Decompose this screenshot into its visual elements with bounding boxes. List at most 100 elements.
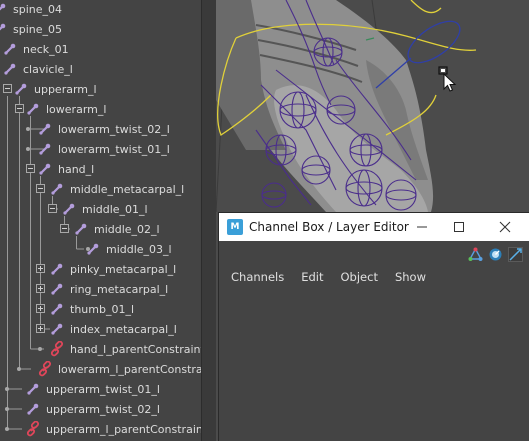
- speed-icon[interactable]: [488, 247, 503, 262]
- outliner-item-label: middle_01_l: [82, 202, 148, 216]
- channel-box-window[interactable]: M Channel Box / Layer Editor Channels Ed…: [218, 212, 529, 441]
- leaf-dot: [5, 387, 9, 391]
- leaf-dot: [5, 427, 9, 431]
- expand-toggle-ring-metacarpal[interactable]: [36, 284, 45, 293]
- joint-icon: [49, 281, 65, 297]
- outliner-item[interactable]: hand_l_parentConstraint1: [49, 339, 201, 359]
- outliner-item[interactable]: pinky_metacarpal_l: [49, 259, 176, 279]
- leaf-dot: [38, 347, 42, 351]
- leaf-dot: [26, 127, 30, 131]
- panel-divider[interactable]: [201, 0, 216, 441]
- collapse-toggle-middle-01[interactable]: [48, 204, 57, 213]
- joint-icon: [2, 61, 18, 77]
- outliner-item[interactable]: hand_l: [37, 159, 94, 179]
- outliner-item[interactable]: upperarm_twist_02_l: [25, 399, 160, 419]
- close-button[interactable]: [495, 217, 515, 237]
- window-title: Channel Box / Layer Editor: [249, 220, 409, 234]
- menu-edit[interactable]: Edit: [301, 270, 323, 284]
- outliner-item[interactable]: lowerarm_twist_02_l: [37, 119, 170, 139]
- joint-icon: [73, 221, 89, 237]
- joint-icon: [25, 381, 41, 397]
- outliner-item-label: ring_metacarpal_l: [70, 282, 169, 296]
- outliner-item[interactable]: lowerarm_l: [25, 99, 106, 119]
- outliner-item-label: middle_02_l: [94, 222, 160, 236]
- joint-icon: [85, 241, 101, 257]
- outliner-item[interactable]: upperarm_l_parentConstraint1: [25, 419, 201, 439]
- collapse-toggle-middle-02[interactable]: [60, 224, 69, 233]
- parent-constraint-icon: [49, 341, 65, 357]
- outliner-item[interactable]: middle_metacarpal_l: [49, 179, 184, 199]
- outliner-item-label: middle_metacarpal_l: [70, 182, 185, 196]
- expand-toggle-index-metacarpal[interactable]: [36, 324, 45, 333]
- outliner-item-label: upperarm_twist_01_l: [46, 382, 160, 396]
- outliner-item-label: spine_04: [13, 2, 63, 16]
- outliner-item[interactable]: middle_03_l: [85, 239, 172, 259]
- collapse-toggle-hand[interactable]: [26, 164, 35, 173]
- joint-icon: [13, 81, 29, 97]
- menu-channels[interactable]: Channels: [231, 270, 284, 284]
- joint-icon: [37, 161, 53, 177]
- outliner-item[interactable]: lowerarm_l_parentConstraint1: [37, 359, 201, 379]
- joint-icon: [0, 1, 8, 17]
- joint-icon: [37, 121, 53, 137]
- graph-icon[interactable]: [508, 247, 523, 262]
- joint-icon: [49, 181, 65, 197]
- outliner-item[interactable]: clavicle_l: [2, 59, 73, 79]
- joint-icon: [37, 141, 53, 157]
- joint-icon: [49, 261, 65, 277]
- outliner-item-label: lowerarm_twist_02_l: [58, 122, 170, 136]
- outliner-item[interactable]: thumb_01_l: [49, 299, 134, 319]
- outliner-item[interactable]: index_metacarpal_l: [49, 319, 177, 339]
- outliner-item-label: index_metacarpal_l: [70, 322, 177, 336]
- joint-icon: [25, 101, 41, 117]
- channel-box-toolbar: [468, 247, 523, 263]
- outliner-item-label: upperarm_l: [34, 82, 97, 96]
- maya-logo-icon: M: [227, 219, 243, 235]
- maximize-icon: [454, 222, 464, 232]
- outliner-item[interactable]: middle_01_l: [61, 199, 148, 219]
- maximize-button[interactable]: [449, 217, 469, 237]
- joint-icon: [49, 321, 65, 337]
- collapse-toggle-upperarm[interactable]: [3, 84, 12, 93]
- leaf-dot: [5, 407, 9, 411]
- close-icon: [499, 221, 511, 233]
- channel-box-titlebar[interactable]: M Channel Box / Layer Editor: [219, 213, 529, 241]
- outliner-item-label: neck_01: [23, 42, 69, 56]
- channel-box-menubar: Channels Edit Object Show: [231, 270, 426, 284]
- outliner-item-label: hand_l: [58, 162, 95, 176]
- expand-toggle-thumb-01[interactable]: [36, 304, 45, 313]
- outliner-item[interactable]: middle_02_l: [73, 219, 160, 239]
- outliner-item[interactable]: lowerarm_twist_01_l: [37, 139, 170, 159]
- outliner-item-label: clavicle_l: [23, 62, 73, 76]
- outliner-item-label: upperarm_l_parentConstraint1: [46, 422, 201, 436]
- collapse-toggle-lowerarm[interactable]: [15, 104, 24, 113]
- joint-icon: [61, 201, 77, 217]
- leaf-dot: [26, 147, 30, 151]
- menu-object[interactable]: Object: [341, 270, 378, 284]
- outliner-item-label: pinky_metacarpal_l: [70, 262, 177, 276]
- joint-icon: [49, 301, 65, 317]
- manipulator-icon[interactable]: [468, 247, 483, 262]
- minimize-button[interactable]: [412, 217, 432, 237]
- outliner-item-label: lowerarm_l_parentConstraint1: [58, 362, 201, 376]
- minimize-icon: [417, 226, 427, 228]
- leaf-dot: [17, 367, 21, 371]
- menu-show[interactable]: Show: [395, 270, 426, 284]
- joint-icon: [2, 41, 18, 57]
- outliner-item[interactable]: ring_metacarpal_l: [49, 279, 168, 299]
- expand-toggle-pinky-metacarpal[interactable]: [36, 264, 45, 273]
- outliner-item-label: middle_03_l: [106, 242, 172, 256]
- outliner-panel: spine_04 spine_05 neck_01 clavicle_l upp…: [0, 0, 201, 441]
- outliner-item[interactable]: spine_05: [0, 19, 62, 39]
- joint-icon: [0, 21, 8, 37]
- outliner-item[interactable]: upperarm_twist_01_l: [25, 379, 160, 399]
- outliner-item-label: lowerarm_twist_01_l: [58, 142, 170, 156]
- outliner-item-label: spine_05: [13, 22, 63, 36]
- outliner-item[interactable]: neck_01: [2, 39, 69, 59]
- outliner-item-label: thumb_01_l: [70, 302, 135, 316]
- outliner-item[interactable]: upperarm_l: [13, 79, 97, 99]
- outliner-item-label: upperarm_twist_02_l: [46, 402, 160, 416]
- outliner-item-label: hand_l_parentConstraint1: [70, 342, 201, 356]
- collapse-toggle-middle-metacarpal[interactable]: [36, 184, 45, 193]
- outliner-item[interactable]: spine_04: [0, 0, 62, 19]
